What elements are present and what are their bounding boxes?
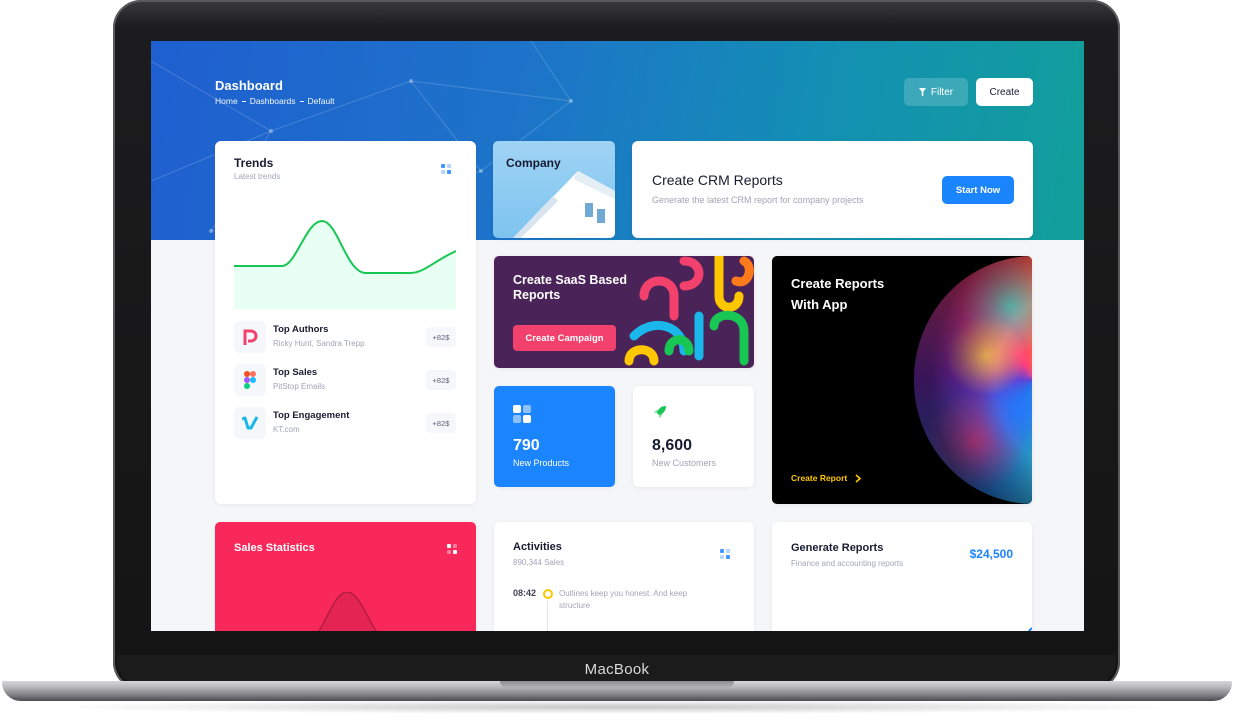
trends-subtitle: Latest trends [234,172,281,181]
trend-badge: +82$ [426,413,456,433]
laptop-notch [500,681,734,688]
create-report-link[interactable]: Create Report [791,473,862,483]
laptop-mockup: MacBook Dashboard Home Dashboards Defaul… [0,0,1234,720]
create-report-label: Create Report [791,473,848,483]
filter-icon [918,87,926,96]
planet-shading [914,256,1032,504]
stat-label: New Customers [652,458,717,468]
generate-subtitle: Finance and accounting reports [791,559,904,568]
list-item[interactable]: Top Sales PitStop Emails +82$ [234,364,456,400]
trend-badge: +82$ [426,327,456,347]
grid-icon [513,405,531,423]
crm-title: Create CRM Reports [652,172,783,188]
breadcrumb-separator [241,100,246,102]
activities-card: Activities 890,344 Sales 08:42 Outlines … [494,522,754,631]
trend-badge: +82$ [426,370,456,390]
saas-title: Create SaaS Based Reports [513,273,627,302]
breadcrumb-separator [299,100,304,102]
stat-label: New Products [513,458,570,468]
activities-title: Activities [513,541,562,553]
start-now-button[interactable]: Start Now [942,176,1014,204]
stat-value: 790 [513,437,540,454]
trend-name: Top Authors [273,324,329,335]
timeline-item: 08:42 Outlines keep you honest. And keep… [513,588,733,618]
company-label: Company [506,156,561,170]
activities-subtitle: 890,344 Sales [513,558,565,567]
stat-value: 8,600 [652,437,693,454]
trends-title: Trends [234,156,274,170]
create-button[interactable]: Create [976,78,1033,106]
sales-title: Sales Statistics [234,542,315,554]
trend-name: Top Engagement [273,410,350,421]
timeline-text: Outlines keep you honest. And keep struc… [559,589,688,610]
pitstop-logo-icon [234,321,266,353]
crm-subtitle: Generate the latest CRM report for compa… [652,195,864,205]
filter-button[interactable]: Filter [904,78,968,106]
list-item[interactable]: Top Authors Ricky Hunt, Sandra Trepp +82… [234,321,456,357]
card-menu-icon[interactable] [447,544,457,554]
trend-name: Top Sales [273,367,318,378]
list-item[interactable]: Top Engagement KT.com +82$ [234,407,456,443]
generate-chart-decoration [1027,627,1032,631]
trend-desc: Ricky Hunt, Sandra Trepp [273,339,365,348]
chevron-right-icon [855,473,862,483]
breadcrumb-home[interactable]: Home [215,96,238,106]
timeline-dot-icon [543,589,553,599]
generate-reports-card: Generate Reports Finance and accounting … [772,522,1032,631]
sales-statistics-card: Sales Statistics [215,522,476,631]
stat-card-customers[interactable]: 8,600 New Customers [633,386,754,487]
company-card[interactable]: Company [493,141,615,238]
timeline-time: 08:42 [513,588,537,598]
app-reports-card: Create Reports With App Create Report [772,256,1032,504]
dashboard-screen: Dashboard Home Dashboards Default Filter… [151,41,1084,631]
figma-logo-icon [234,364,266,396]
generate-title: Generate Reports [791,542,884,554]
breadcrumb: Home Dashboards Default [215,96,334,106]
stat-card-products[interactable]: 790 New Products [494,386,615,487]
trends-card: Trends Latest trends Top Authors Ricky H… [215,141,476,504]
rocket-icon [654,406,666,418]
saas-reports-card: Create SaaS Based Reports Create Campaig… [494,256,754,368]
breadcrumb-dashboards[interactable]: Dashboards [250,96,296,106]
laptop-shadow [40,700,1194,714]
card-menu-icon[interactable] [441,164,451,174]
filter-button-label: Filter [930,86,954,98]
app-reports-title: Create Reports With App [791,276,885,312]
page-title: Dashboard [215,78,283,93]
timeline-line [547,601,548,631]
generate-amount: $24,500 [969,547,1013,561]
breadcrumb-current: Default [307,96,335,106]
vimeo-logo-icon [234,407,266,439]
device-brand-label: MacBook [584,661,650,678]
crm-reports-card: Create CRM Reports Generate the latest C… [632,141,1033,238]
create-campaign-button[interactable]: Create Campaign [513,325,616,351]
trends-sparkline [234,219,456,309]
sales-chart-decoration [318,592,377,631]
card-menu-icon[interactable] [720,549,730,559]
abstract-shapes-decoration [624,256,754,366]
trend-desc: PitStop Emails [273,382,326,391]
trend-desc: KT.com [273,425,300,434]
